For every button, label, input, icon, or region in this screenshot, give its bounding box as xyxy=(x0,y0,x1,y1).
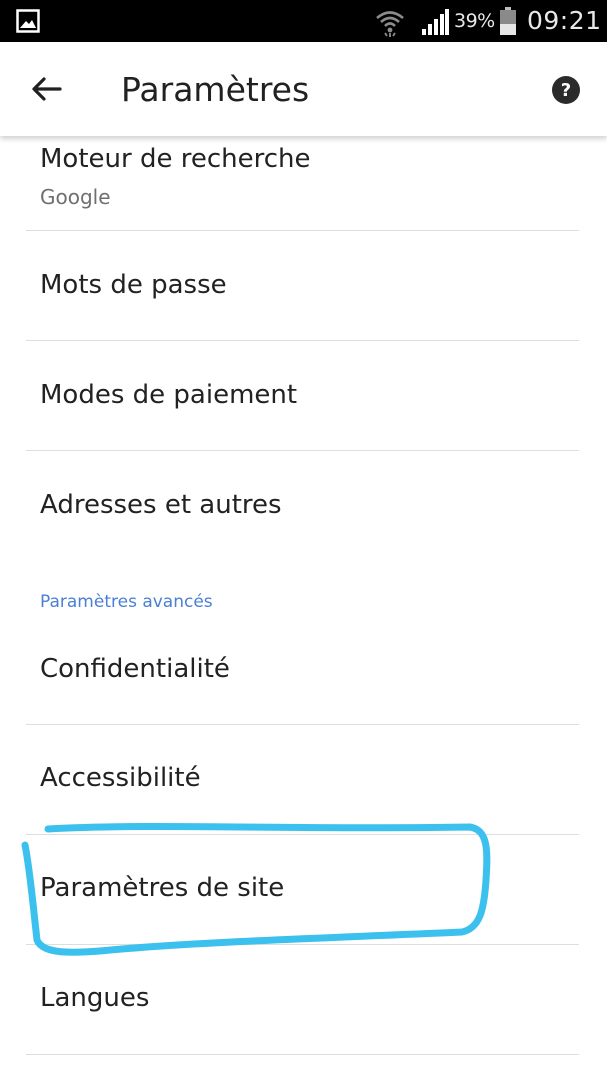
divider xyxy=(26,1054,579,1055)
setting-label: Modes de paiement xyxy=(40,380,298,410)
setting-privacy[interactable]: Confidentialité xyxy=(0,616,607,724)
setting-label: Adresses et autres xyxy=(40,490,282,520)
setting-addresses[interactable]: Adresses et autres xyxy=(0,451,607,561)
setting-languages[interactable]: Langues xyxy=(0,945,607,1054)
setting-label: Paramètres de site xyxy=(40,873,285,903)
help-icon[interactable]: ? xyxy=(551,75,581,105)
setting-label: Accessibilité xyxy=(40,763,201,793)
battery-percent: 39% xyxy=(454,10,495,32)
setting-label: Confidentialité xyxy=(40,654,230,684)
setting-search-engine[interactable]: Moteur de recherche Google xyxy=(0,136,607,230)
svg-text:?: ? xyxy=(561,80,571,101)
app-bar: Paramètres ? xyxy=(0,42,607,136)
setting-label: Moteur de recherche xyxy=(40,144,311,174)
setting-payment-methods[interactable]: Modes de paiement xyxy=(0,341,607,450)
battery-icon xyxy=(500,7,516,35)
setting-label: Langues xyxy=(40,983,150,1013)
setting-label: Mots de passe xyxy=(40,270,227,300)
signal-icon xyxy=(422,9,449,35)
setting-accessibility[interactable]: Accessibilité xyxy=(0,725,607,834)
wifi-icon xyxy=(376,11,404,37)
setting-passwords[interactable]: Mots de passe xyxy=(0,231,607,340)
status-bar: 39% 09:21 xyxy=(0,0,607,42)
section-header-advanced: Paramètres avancés xyxy=(40,592,213,612)
page-title: Paramètres xyxy=(121,70,310,109)
setting-value: Google xyxy=(40,185,111,209)
gallery-icon xyxy=(16,9,40,33)
setting-site-settings[interactable]: Paramètres de site xyxy=(0,835,607,944)
arrow-back-icon[interactable] xyxy=(30,75,62,103)
clock: 09:21 xyxy=(527,6,602,35)
